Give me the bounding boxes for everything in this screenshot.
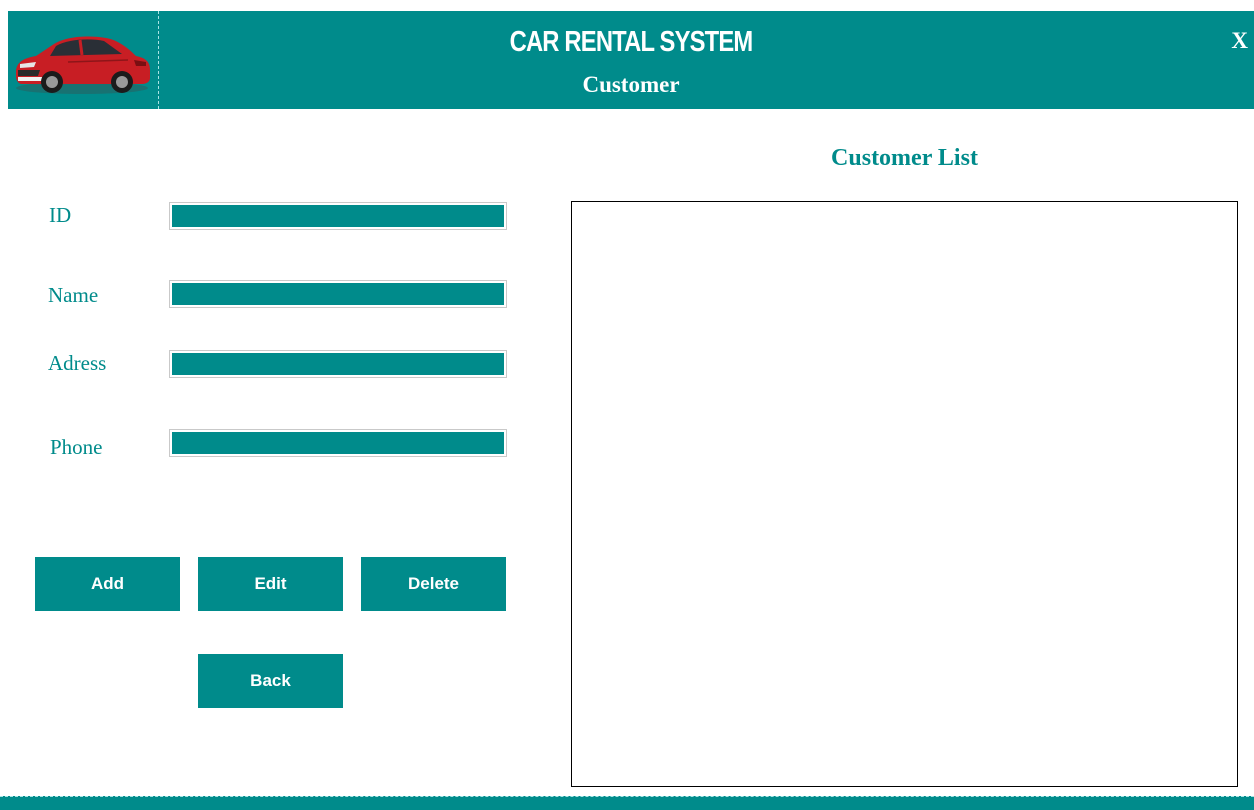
back-button[interactable]: Back	[198, 654, 343, 708]
delete-button[interactable]: Delete	[361, 557, 506, 611]
add-button[interactable]: Add	[35, 557, 180, 611]
app-title: CAR RENTAL SYSTEM	[509, 26, 754, 58]
address-field[interactable]	[169, 350, 507, 378]
phone-field[interactable]	[169, 429, 507, 457]
address-label: Adress	[48, 351, 107, 375]
app-header: CAR RENTAL SYSTEM Customer X	[8, 11, 1254, 109]
close-button[interactable]: X	[1231, 28, 1248, 54]
customer-list-grid[interactable]	[571, 201, 1238, 787]
name-field[interactable]	[169, 280, 507, 308]
phone-label: Phone	[50, 435, 103, 459]
footer-bar	[0, 796, 1254, 810]
edit-button[interactable]: Edit	[198, 557, 343, 611]
id-field[interactable]	[169, 202, 507, 230]
customer-list-title: Customer List	[831, 145, 978, 171]
id-label: ID	[49, 203, 72, 227]
page-subtitle: Customer	[582, 72, 680, 97]
name-label: Name	[48, 283, 99, 307]
